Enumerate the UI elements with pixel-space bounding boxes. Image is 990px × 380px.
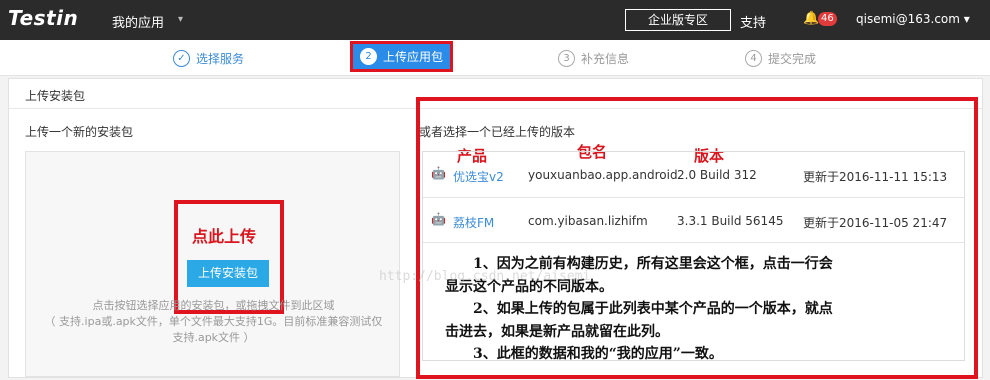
upload-card: 上传安装包 上传一个新的安装包 点此上传 上传安装包 点击按钮选择应用的安装包，…	[8, 78, 983, 379]
top-nav-bar: Testin 我的应用 ▾ 企业版专区 支持 🔔 46 qisemi@163.c…	[0, 0, 990, 40]
step-number: 4	[745, 50, 762, 67]
upload-package-button[interactable]: 上传安装包	[187, 260, 269, 287]
package-name: com.yibasan.lizhifm	[528, 214, 648, 228]
step-number: 2	[360, 48, 377, 65]
step-upload-package[interactable]: 2 上传应用包	[349, 41, 454, 72]
step-submit-complete[interactable]: 4 提交完成	[745, 50, 816, 67]
version: 3.3.1 Build 56145	[677, 214, 784, 228]
step-label: 上传应用包	[383, 50, 444, 64]
step-label: 选择服务	[196, 52, 245, 66]
product-name[interactable]: 优选宝v2	[453, 168, 504, 185]
step-label: 补充信息	[581, 52, 630, 66]
note-line: 击进去，如果是新产品就留在此列。	[445, 323, 669, 340]
notification-count-badge[interactable]: 46	[818, 12, 837, 26]
updated-time: 更新于2016-11-11 15:13	[803, 170, 948, 184]
annotation-box: 点此上传 上传安装包	[174, 200, 284, 314]
note-line: 3、此框的数据和我的“我的应用”一致。	[473, 346, 723, 363]
package-name: youxuanbao.app.android	[528, 168, 678, 182]
hint-line: （ 支持.ipa或.apk文件，单个文件最大支持1G。目前标准兼容测试仅	[44, 315, 383, 328]
step-label: 提交完成	[768, 52, 817, 66]
step-supplement-info[interactable]: 3 补充信息	[558, 50, 629, 67]
product-name[interactable]: 荔枝FM	[453, 214, 494, 231]
version: 2.0 Build 312	[677, 168, 757, 182]
step-number: 3	[558, 50, 575, 67]
step-select-service[interactable]: ✓ 选择服务	[173, 50, 244, 67]
existing-version-title: 或者选择一个已经上传的版本	[419, 125, 576, 139]
table-row[interactable]: 🤖 优选宝v2 youxuanbao.app.android 2.0 Build…	[423, 152, 964, 196]
my-apps-menu[interactable]: 我的应用	[112, 12, 164, 31]
uploaded-versions-table: 🤖 优选宝v2 youxuanbao.app.android 2.0 Build…	[422, 151, 965, 362]
chevron-down-icon[interactable]: ▾	[178, 14, 183, 25]
support-link[interactable]: 支持	[740, 12, 766, 31]
enterprise-zone-button[interactable]: 企业版专区	[625, 9, 731, 31]
annotation-notes: 1、因为之前有构建历史，所有这里会这个框，点击一行会 显示这个产品的不同版本。 …	[423, 242, 964, 366]
android-icon: 🤖	[431, 166, 446, 180]
new-package-title: 上传一个新的安装包	[25, 125, 134, 139]
annotation-label: 点此上传	[192, 227, 257, 246]
section-title: 上传安装包	[25, 89, 86, 103]
testin-logo[interactable]: Testin	[8, 6, 78, 30]
watermark: http://blog.csdn.net/aisemi	[379, 269, 591, 284]
progress-steps: ✓ 选择服务 2 上传应用包 3 补充信息 4 提交完成	[0, 40, 990, 76]
android-icon: 🤖	[431, 212, 446, 226]
file-drop-zone[interactable]: 点此上传 上传安装包 点击按钮选择应用的安装包，或拖拽文件到此区域 （ 支持.i…	[25, 151, 400, 377]
updated-time: 更新于2016-11-05 21:47	[803, 216, 948, 230]
hint-line: 支持.apk文件 ）	[172, 331, 255, 344]
hint-line: 点击按钮选择应用的安装包，或拖拽文件到此区域	[92, 299, 335, 312]
check-icon: ✓	[173, 50, 190, 67]
upload-hint: 点击按钮选择应用的安装包，或拖拽文件到此区域 （ 支持.ipa或.apk文件，单…	[26, 298, 401, 346]
table-row[interactable]: 🤖 荔枝FM com.yibasan.lizhifm 3.3.1 Build 5…	[423, 197, 964, 241]
user-account-menu[interactable]: qisemi@163.com ▾	[856, 12, 970, 26]
bell-icon[interactable]: 🔔	[803, 11, 819, 26]
note-line: 2、如果上传的包属于此列表中某个产品的一个版本，就点	[473, 301, 833, 318]
